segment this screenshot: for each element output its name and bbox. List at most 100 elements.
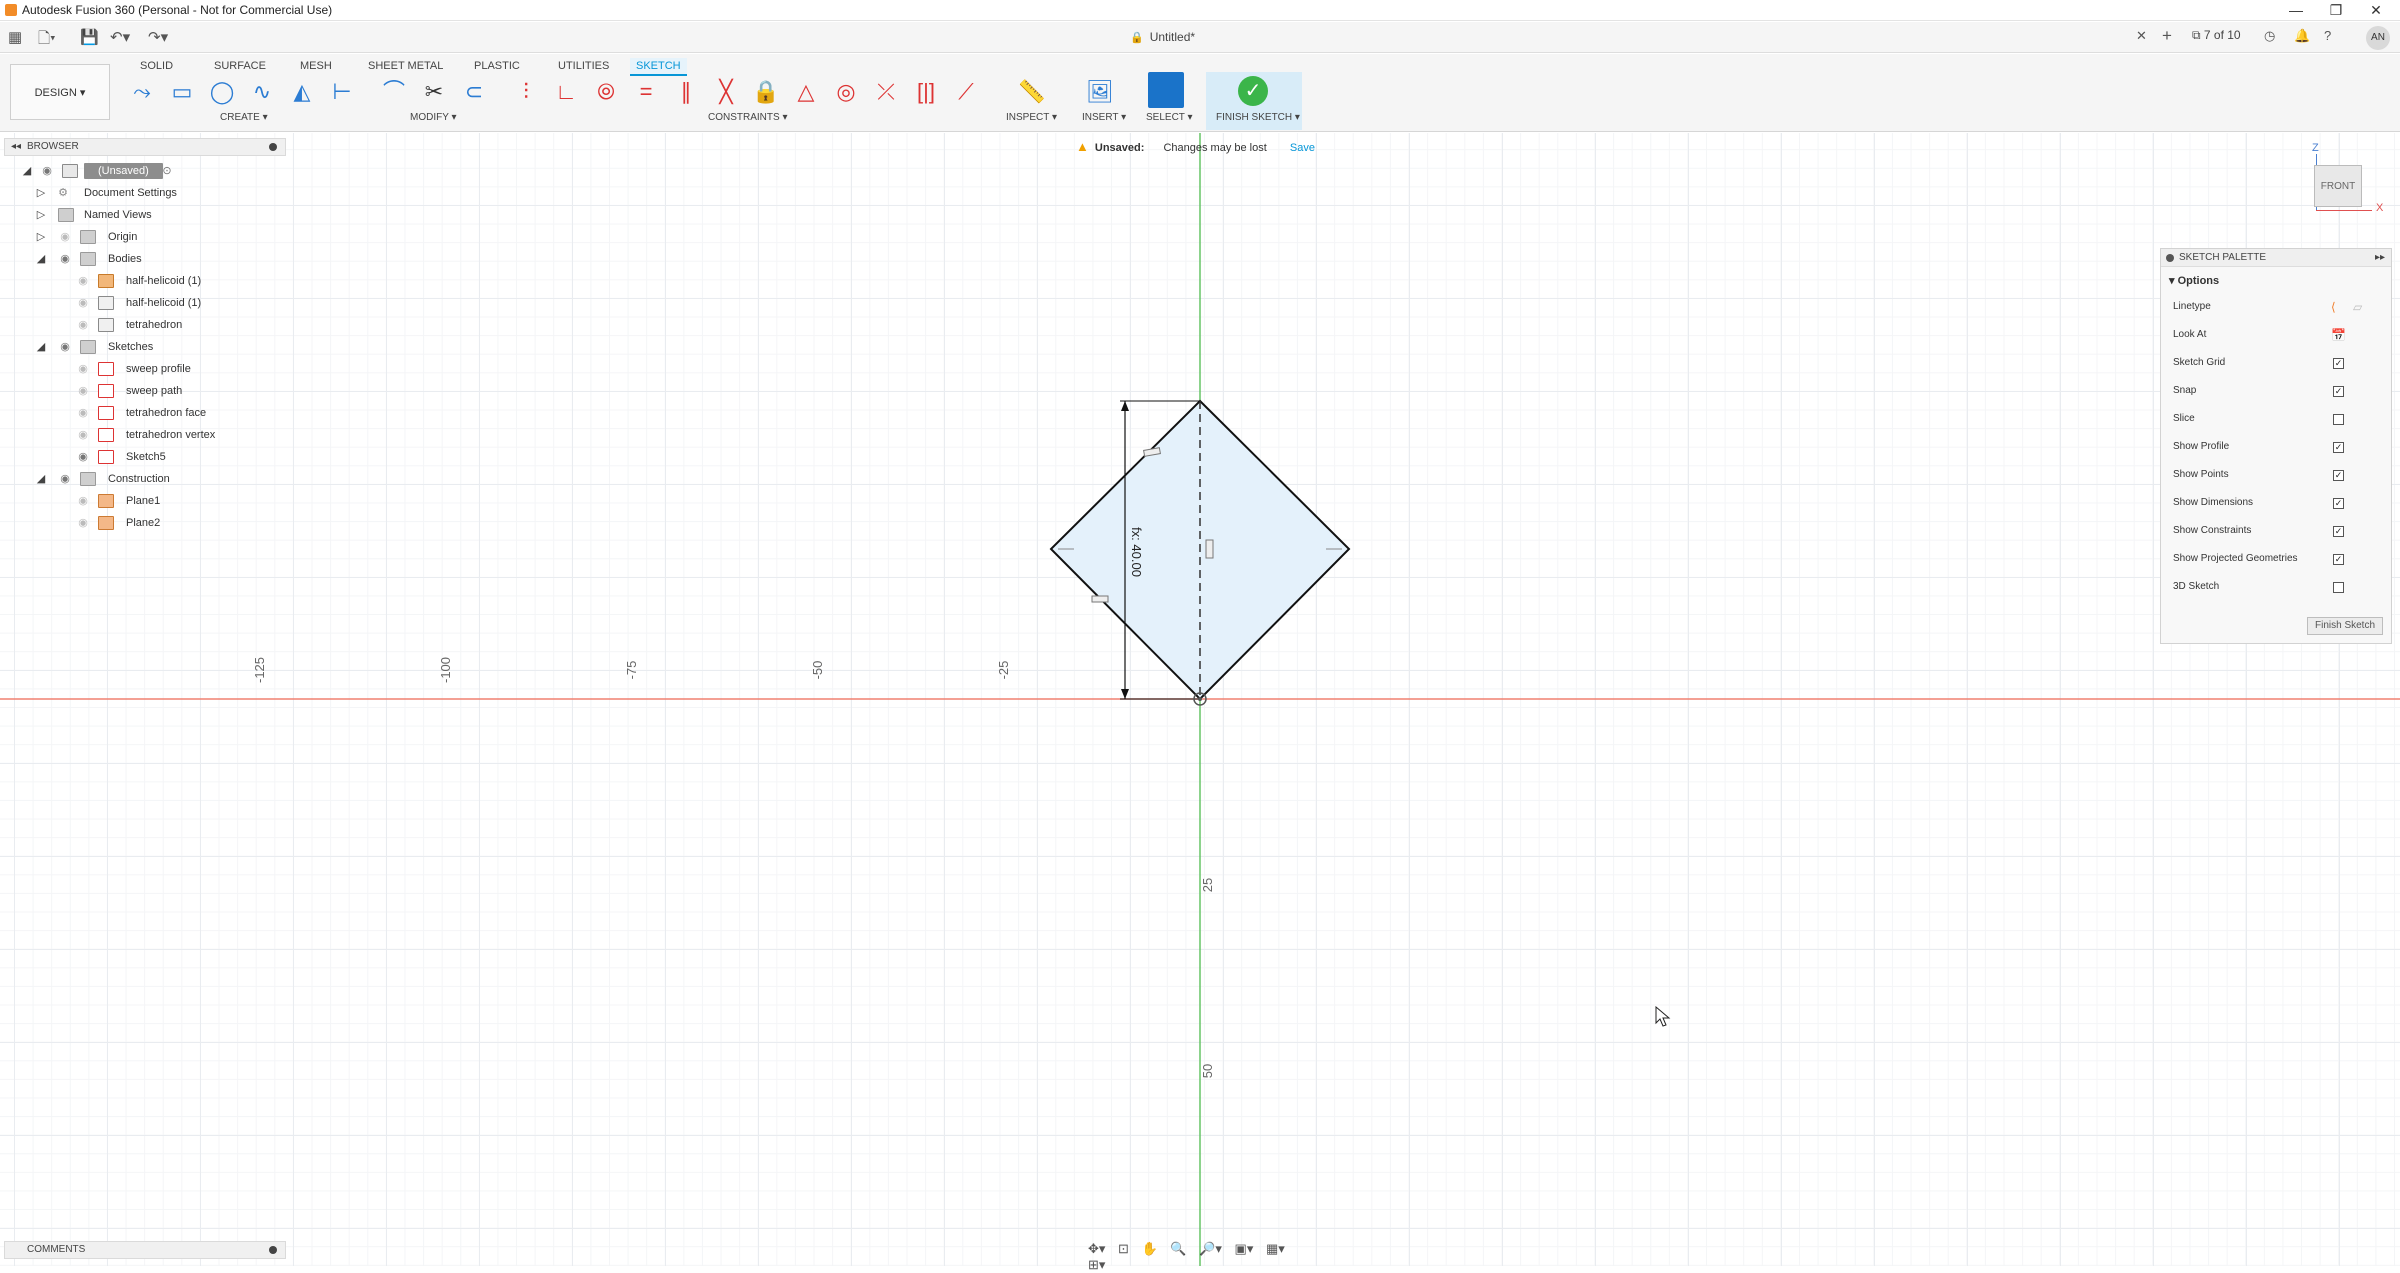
palette-row-show-points: Show Points ✓ — [2173, 461, 2383, 489]
root-label: (Unsaved) — [84, 163, 163, 179]
eye-icon[interactable]: ◉ — [58, 336, 72, 358]
tree-item-label: sweep path — [126, 380, 182, 402]
eye-hidden-icon[interactable]: ◉ — [76, 490, 90, 512]
eye-hidden-icon[interactable]: ◉ — [76, 402, 90, 424]
panel-pin-icon[interactable] — [2166, 254, 2174, 262]
display-settings-icon[interactable]: ▣▾ — [1235, 1241, 1254, 1256]
construction-linetype-icon[interactable]: ⟨ — [2331, 293, 2336, 321]
folder-icon — [80, 230, 96, 244]
folder-icon — [80, 252, 96, 266]
expand-triangle-icon[interactable]: ▷ — [34, 182, 48, 204]
x-tick-label: -50 — [810, 661, 825, 680]
warning-icon: ▲ — [1076, 139, 1089, 154]
tree-item-named-views[interactable]: ▷ Named Views — [4, 204, 284, 226]
tree-item-body[interactable]: ◉ half-helicoid (1) — [4, 292, 284, 314]
gear-icon: ⚙ — [56, 182, 70, 204]
grid-settings-icon[interactable]: ▦▾ — [1266, 1241, 1285, 1256]
show-constraints-checkbox[interactable]: ✓ — [2333, 526, 2344, 537]
tree-item-sketch[interactable]: ◉ tetrahedron vertex — [4, 424, 284, 446]
panel-pin-icon[interactable] — [269, 1246, 277, 1254]
browser-header[interactable]: ◂◂ BROWSER — [4, 138, 286, 156]
options-section[interactable]: ▾ Options — [2161, 267, 2391, 293]
vertical-constraint-glyph[interactable] — [1206, 540, 1213, 558]
expand-triangle-icon[interactable]: ▷ — [34, 226, 48, 248]
tree-item-body[interactable]: ◉ tetrahedron — [4, 314, 284, 336]
eye-hidden-icon[interactable]: ◉ — [76, 270, 90, 292]
perpendicular-constraint-glyph-bottom[interactable] — [1092, 596, 1108, 602]
dimension-value[interactable]: fx: 40.00 — [1129, 527, 1144, 577]
tree-item-label: Plane1 — [126, 490, 160, 512]
activate-radio-icon[interactable]: ⊙ — [160, 160, 174, 182]
view-cube-front-face[interactable]: FRONT — [2314, 165, 2362, 207]
slice-checkbox[interactable] — [2333, 414, 2344, 425]
orbit-icon[interactable]: ✥▾ — [1088, 1241, 1105, 1256]
3d-sketch-checkbox[interactable] — [2333, 582, 2344, 593]
tree-item-origin[interactable]: ▷ ◉ Origin — [4, 226, 284, 248]
viewports-icon[interactable]: ⊞▾ — [1088, 1257, 1105, 1272]
tree-item-sketch[interactable]: ◉ tetrahedron face — [4, 402, 284, 424]
tree-item-label: Bodies — [108, 248, 142, 270]
mouse-cursor-icon — [1655, 1006, 1671, 1028]
sketch-grid-checkbox[interactable]: ✓ — [2333, 358, 2344, 369]
snap-checkbox[interactable]: ✓ — [2333, 386, 2344, 397]
collapse-panel-icon[interactable]: ◂◂ — [11, 139, 21, 155]
palette-row-3d-sketch: 3D Sketch — [2173, 573, 2383, 601]
collapse-triangle-icon[interactable]: ◢ — [34, 336, 48, 358]
tree-item-document-settings[interactable]: ▷ ⚙ Document Settings — [4, 182, 284, 204]
browser-panel: ◂◂ BROWSER ◢ ◉ (Unsaved) ⊙ ▷ ⚙ Document … — [4, 138, 286, 538]
y-tick-label: 25 — [1200, 878, 1215, 892]
look-at-nav-icon[interactable]: ⊡ — [1118, 1241, 1129, 1256]
tree-item-sketch[interactable]: ◉ sweep profile — [4, 358, 284, 380]
palette-row-show-profile: Show Profile ✓ — [2173, 433, 2383, 461]
eye-icon[interactable]: ◉ — [58, 248, 72, 270]
eye-hidden-icon[interactable]: ◉ — [76, 358, 90, 380]
expand-triangle-icon[interactable]: ▷ — [34, 204, 48, 226]
tree-item-sketch[interactable]: ◉ Sketch5 — [4, 446, 284, 468]
show-projected-geometries-checkbox[interactable]: ✓ — [2333, 554, 2344, 565]
tree-item-label: Origin — [108, 226, 137, 248]
palette-finish-sketch-button[interactable]: Finish Sketch — [2307, 617, 2383, 635]
collapse-triangle-icon[interactable]: ◢ — [20, 160, 34, 182]
y-tick-label: 50 — [1200, 1064, 1215, 1078]
sketch-palette-header[interactable]: SKETCH PALETTE ▸▸ — [2161, 249, 2391, 267]
z-axis-label: Z — [2312, 142, 2319, 154]
tree-item-sketch[interactable]: ◉ sweep path — [4, 380, 284, 402]
show-points-checkbox[interactable]: ✓ — [2333, 470, 2344, 481]
show-profile-checkbox[interactable]: ✓ — [2333, 442, 2344, 453]
save-link[interactable]: Save — [1290, 142, 1315, 154]
view-cube[interactable]: Z FRONT X — [2292, 140, 2392, 220]
zoom-icon[interactable]: 🔍 — [1170, 1241, 1186, 1256]
eye-hidden-icon[interactable]: ◉ — [76, 512, 90, 534]
tree-item-plane[interactable]: ◉ Plane1 — [4, 490, 284, 512]
look-at-icon[interactable]: 📅 — [2331, 321, 2346, 349]
zoom-window-icon[interactable]: 🔎▾ — [1199, 1241, 1222, 1256]
collapse-triangle-icon[interactable]: ◢ — [34, 248, 48, 270]
collapse-triangle-icon[interactable]: ◢ — [34, 468, 48, 490]
eye-hidden-icon[interactable]: ◉ — [76, 424, 90, 446]
show-dimensions-checkbox[interactable]: ✓ — [2333, 498, 2344, 509]
palette-row-show-constraints: Show Constraints ✓ — [2173, 517, 2383, 545]
tree-item-label: Document Settings — [84, 182, 177, 204]
eye-hidden-icon[interactable]: ◉ — [76, 314, 90, 336]
tree-item-construction[interactable]: ◢ ◉ Construction — [4, 468, 284, 490]
eye-hidden-icon[interactable]: ◉ — [76, 380, 90, 402]
centerline-linetype-icon[interactable]: ▱ — [2353, 293, 2362, 321]
tree-root[interactable]: ◢ ◉ (Unsaved) ⊙ — [4, 160, 284, 182]
panel-pin-icon[interactable] — [269, 143, 277, 151]
dimension-arrow-bottom — [1121, 689, 1129, 699]
tree-item-body[interactable]: ◉ half-helicoid (1) — [4, 270, 284, 292]
eye-icon[interactable]: ◉ — [58, 468, 72, 490]
eye-icon[interactable]: ◉ — [76, 446, 90, 468]
eye-icon[interactable]: ◉ — [40, 160, 54, 182]
unsaved-label: Unsaved: — [1095, 142, 1145, 154]
eye-hidden-icon[interactable]: ◉ — [76, 292, 90, 314]
palette-row-label: Show Projected Geometries — [2173, 553, 2298, 564]
eye-hidden-icon[interactable]: ◉ — [58, 226, 72, 248]
pan-icon[interactable]: ✋ — [1142, 1241, 1158, 1256]
tree-item-plane[interactable]: ◉ Plane2 — [4, 512, 284, 534]
tree-item-bodies[interactable]: ◢ ◉ Bodies — [4, 248, 284, 270]
palette-row-label: 3D Sketch — [2173, 581, 2219, 592]
expand-palette-icon[interactable]: ▸▸ — [2375, 249, 2385, 267]
comments-header[interactable]: COMMENTS — [4, 1241, 286, 1259]
tree-item-sketches[interactable]: ◢ ◉ Sketches — [4, 336, 284, 358]
